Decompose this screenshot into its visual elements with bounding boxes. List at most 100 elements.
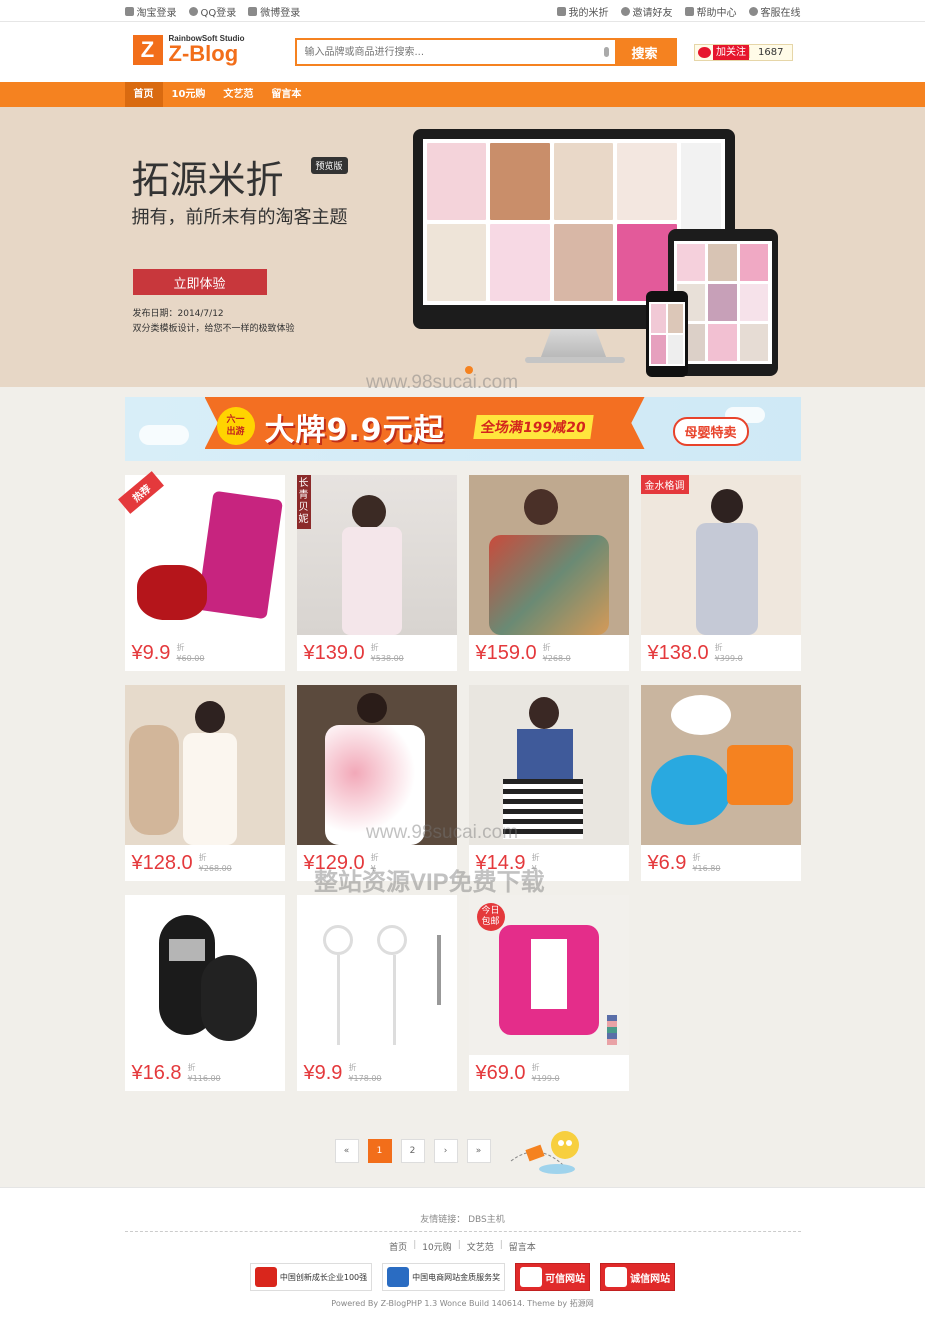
topbar-link[interactable]: 我的米折 [556,4,609,19]
product-image[interactable] [640,475,801,635]
price-row: ¥14.9 折 ¥ [469,845,629,881]
footer-nav-link[interactable]: 10元购 [422,1240,451,1253]
product-image[interactable] [468,475,629,635]
discount-label: 折 [348,1063,357,1072]
promo-banner[interactable]: 六一 出游 大牌9.9元起 全场满199减20 母婴特卖 [124,397,801,461]
price-row: ¥139.0 折 ¥538.00 [297,635,457,671]
topbar-link[interactable]: 客服在线 [748,4,801,19]
badge-mark-icon [387,1267,410,1287]
main-nav: 首页 10元购 文艺范 留言本 [0,82,925,107]
product-card[interactable]: ¥14.9 折 ¥ [468,685,629,881]
follower-count: 1687 [749,47,791,58]
price-details: 折 ¥399.0 [715,642,743,664]
product-image[interactable] [296,685,457,845]
badge-label: 可信网站 [545,1273,586,1285]
try-now-button[interactable]: 立即体验 [132,269,267,295]
page-button[interactable]: › [433,1139,458,1163]
footer-nav-link[interactable]: 首页 [389,1240,407,1253]
product-price: ¥128.0 [131,851,193,874]
discount-label: 折 [176,643,185,652]
nav-item[interactable]: 留言本 [262,82,310,107]
product-card[interactable]: 长青贝妮 ¥139.0 折 ¥538.00 [296,475,457,671]
trust-badge[interactable]: 可信网站 [515,1263,591,1291]
product-card[interactable]: ¥6.9 折 ¥16.80 [640,685,801,881]
discount-label: 折 [370,853,379,862]
original-price: ¥16.80 [692,864,721,873]
topbar-link-label: 我的米折 [568,7,609,19]
price-details: 折 ¥16.80 [692,852,720,874]
carousel-dot[interactable] [464,366,473,374]
discount-label: 折 [531,1063,540,1072]
preview-badge: 预览版 [310,157,348,174]
trust-badge[interactable]: 诚信网站 [600,1263,676,1291]
microphone-icon[interactable] [599,40,615,64]
page-button[interactable]: 2 [400,1139,425,1163]
friends-icon [620,6,630,16]
price-row: ¥128.0 折 ¥268.00 [125,845,285,881]
page-button[interactable]: » [466,1139,491,1163]
product-price: ¥159.0 [475,641,537,664]
product-price: ¥9.9 [303,1061,343,1084]
taobao-icon [124,6,134,16]
product-image[interactable] [468,685,629,845]
price-details: 折 ¥268.0 [543,642,571,664]
topbar-link[interactable]: 帮助中心 [684,4,737,19]
original-price: ¥ [531,864,537,873]
product-image[interactable] [296,475,457,635]
trust-badge[interactable]: 中国电商网站金质服务奖 [382,1263,506,1291]
topbar-link[interactable]: QQ登录 [188,4,236,19]
nav-item[interactable]: 首页 [124,82,163,107]
footer-separator: | [457,1240,461,1250]
product-card[interactable]: ¥159.0 折 ¥268.0 [468,475,629,671]
search-input[interactable] [296,40,599,64]
mother-baby-sale-link[interactable]: 母婴特卖 [672,417,749,446]
discount-label: 折 [692,853,701,862]
footer-nav-link[interactable]: 留言本 [509,1240,536,1253]
product-price: ¥139.0 [303,641,365,664]
product-card[interactable]: 金水格调 ¥138.0 折 ¥399.0 [640,475,801,671]
friend-links[interactable]: 友情链接： DBS主机 [0,1212,925,1225]
price-row: ¥138.0 折 ¥399.0 [641,635,801,671]
product-card[interactable]: ¥16.8 折 ¥116.00 [124,895,285,1091]
pagination: « 1 2 › » [125,1091,801,1181]
product-card[interactable]: ¥128.0 折 ¥268.00 [124,685,285,881]
topbar-link-label: 邀请好友 [632,7,673,19]
product-image[interactable] [125,475,285,635]
banner-title: 拓源米折 [131,158,284,202]
product-image[interactable] [124,895,285,1055]
page-button[interactable]: 1 [367,1139,392,1163]
product-card[interactable]: 热荐 ¥9.9 折 ¥60.00 [117,471,285,671]
product-price: ¥138.0 [647,641,709,664]
product-card[interactable]: 今日包邮 ¥69.0 折 ¥199.0 [468,895,629,1091]
release-date: 发布日期：2014/7/12 [132,309,224,319]
trust-badge[interactable]: 中国创新成长企业100强 [249,1263,373,1291]
page-button[interactable]: « [334,1139,359,1163]
nav-item[interactable]: 10元购 [163,82,215,107]
logo-title: Z-Blog [168,41,239,66]
footer-nav-link[interactable]: 文艺范 [467,1240,494,1253]
price-details: 折 ¥ [371,852,379,874]
footer-separator: | [499,1240,503,1250]
price-details: 折 ¥199.0 [532,1062,560,1084]
product-image[interactable] [296,895,457,1055]
discount-label: 折 [187,1063,196,1072]
product-image[interactable] [640,685,801,845]
promo-offer: 全场满199减20 [472,415,593,439]
original-price: ¥178.00 [348,1074,382,1083]
follow-button[interactable]: 加关注 [713,45,750,60]
nav-item[interactable]: 文艺范 [214,82,262,107]
price-details: 折 ¥ [532,852,540,874]
search-button[interactable]: 搜索 [614,40,675,64]
topbar-link[interactable]: 淘宝登录 [124,4,177,19]
product-ribbon: 今日包邮 [476,903,505,931]
product-price: ¥9.9 [131,641,171,664]
discount-label: 折 [714,643,723,652]
product-card[interactable]: ¥9.9 折 ¥178.00 [296,895,457,1091]
topbar-link[interactable]: 邀请好友 [620,4,673,19]
site-logo[interactable]: Z RainbowSoft Studio Z-Blog [132,34,245,66]
topbar-link[interactable]: 微博登录 [248,4,300,19]
badge-label: 诚信网站 [630,1273,671,1285]
product-card[interactable]: ¥129.0 折 ¥ [296,685,457,881]
product-image[interactable] [124,685,285,845]
hero-banner: 拓源米折 预览版 拥有，前所未有的淘客主题 立即体验 发布日期：2014/7/1… [0,107,925,387]
